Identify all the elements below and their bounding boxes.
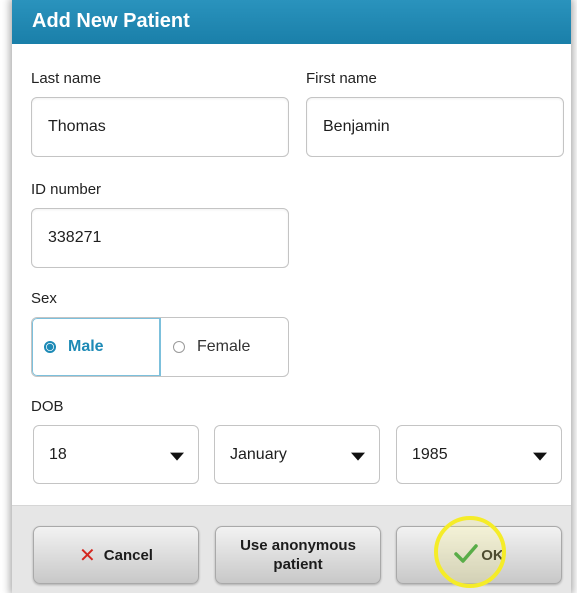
click-highlight-ring [434, 516, 506, 588]
cancel-button[interactable]: ✕ Cancel [33, 526, 199, 584]
chevron-down-icon [170, 452, 184, 461]
use-anonymous-patient-label: Use anonymous patient [240, 537, 356, 573]
id-number-field[interactable]: 338271 [31, 208, 289, 268]
dialog-title: Add New Patient [32, 10, 190, 32]
sex-label: Sex [31, 290, 57, 307]
last-name-field[interactable]: Thomas [31, 97, 289, 157]
dialog-title-bar: Add New Patient [12, 0, 571, 44]
first-name-field[interactable]: Benjamin [306, 97, 564, 157]
dob-year-select[interactable]: 1985 [396, 425, 562, 484]
sex-option-female-label: Female [197, 338, 251, 355]
last-name-label: Last name [31, 70, 102, 87]
last-name-value: Thomas [48, 118, 106, 135]
add-patient-dialog: Add New Patient Last name Thomas First n… [12, 0, 571, 593]
dob-month-value: January [230, 445, 287, 463]
chevron-down-icon [351, 452, 365, 461]
dob-day-value: 18 [49, 445, 67, 463]
sex-option-male-label: Male [68, 338, 104, 355]
id-number-label: ID number [31, 181, 102, 198]
radio-selected-icon [44, 341, 56, 353]
dob-label: DOB [31, 398, 64, 415]
id-number-value: 338271 [48, 229, 102, 246]
first-name-value: Benjamin [323, 118, 390, 135]
sex-radio-group: Male Female [31, 317, 289, 377]
close-x-icon: ✕ [79, 544, 96, 567]
radio-unselected-icon [173, 341, 185, 353]
dob-month-select[interactable]: January [214, 425, 380, 484]
dob-day-select[interactable]: 18 [33, 425, 199, 484]
dob-year-value: 1985 [412, 445, 448, 463]
chevron-down-icon [533, 452, 547, 461]
cancel-button-label: Cancel [103, 546, 153, 564]
first-name-label: First name [306, 70, 377, 87]
sex-option-female[interactable]: Female [161, 318, 288, 376]
use-anonymous-patient-button[interactable]: Use anonymous patient [215, 526, 381, 584]
sex-option-male[interactable]: Male [32, 318, 161, 376]
